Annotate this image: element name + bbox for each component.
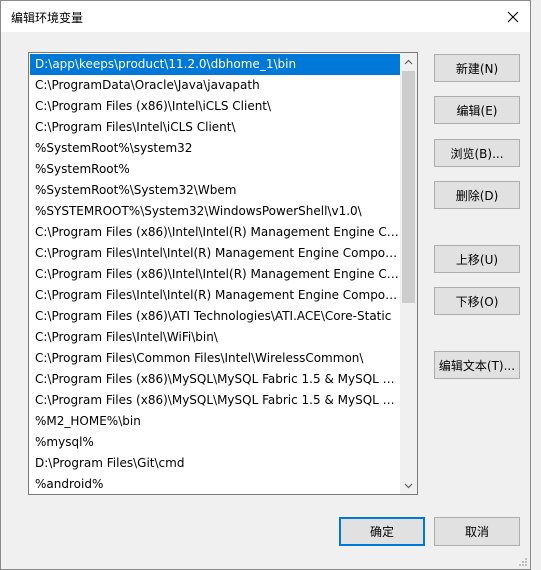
close-button[interactable]	[496, 1, 530, 32]
cancel-button[interactable]: 取消	[434, 517, 520, 546]
new-button[interactable]: 新建(N)	[434, 54, 520, 82]
list-item[interactable]: C:\Program Files (x86)\Intel\iCLS Client…	[30, 96, 400, 117]
edit-button[interactable]: 编辑(E)	[434, 96, 520, 124]
close-icon	[507, 11, 519, 22]
list-item[interactable]: D:\Program Files\Git\cmd	[30, 453, 400, 474]
list-item[interactable]: %android%	[30, 474, 400, 494]
list-item[interactable]: %mysql%	[30, 432, 400, 453]
browse-button[interactable]: 浏览(B)...	[434, 139, 520, 167]
resize-grip-icon[interactable]	[518, 557, 528, 567]
scroll-down-button[interactable]	[400, 477, 417, 494]
move-down-button[interactable]: 下移(O)	[434, 287, 520, 315]
list-item[interactable]: C:\Program Files\Intel\Intel(R) Manageme…	[30, 285, 400, 306]
delete-button[interactable]: 删除(D)	[434, 181, 520, 209]
list-item[interactable]: C:\Program Files\Intel\WiFi\bin\	[30, 327, 400, 348]
move-up-button[interactable]: 上移(U)	[434, 245, 520, 273]
list-item[interactable]: C:\ProgramData\Oracle\Java\javapath	[30, 75, 400, 96]
list-item[interactable]: C:\Program Files\Intel\Intel(R) Manageme…	[30, 243, 400, 264]
list-item[interactable]: C:\Program Files\Common Files\Intel\Wire…	[30, 348, 400, 369]
list-item[interactable]: C:\Program Files (x86)\MySQL\MySQL Fabri…	[30, 390, 400, 411]
scrollbar-thumb[interactable]	[402, 71, 415, 303]
list-item[interactable]: %SystemRoot%	[30, 159, 400, 180]
title-bar[interactable]: 编辑环境变量	[1, 1, 530, 32]
background-window	[530, 0, 541, 570]
list-item[interactable]: C:\Program Files\Intel\iCLS Client\	[30, 117, 400, 138]
list-item[interactable]: %M2_HOME%\bin	[30, 411, 400, 432]
vertical-scrollbar[interactable]	[400, 53, 417, 494]
scroll-up-button[interactable]	[400, 53, 417, 70]
list-item[interactable]: %SystemRoot%\System32\Wbem	[30, 180, 400, 201]
ok-button[interactable]: 确定	[339, 517, 425, 546]
path-list: D:\app\keeps\product\11.2.0\dbhome_1\bin…	[30, 54, 400, 494]
path-list-box[interactable]: D:\app\keeps\product\11.2.0\dbhome_1\bin…	[28, 52, 418, 495]
edit-text-button[interactable]: 编辑文本(T)...	[434, 351, 520, 379]
list-item[interactable]: C:\Program Files (x86)\Intel\Intel(R) Ma…	[30, 222, 400, 243]
list-item[interactable]: C:\Program Files (x86)\MySQL\MySQL Fabri…	[30, 369, 400, 390]
chevron-up-icon	[404, 59, 413, 64]
list-item[interactable]: D:\app\keeps\product\11.2.0\dbhome_1\bin	[30, 54, 400, 75]
dialog-title: 编辑环境变量	[11, 11, 84, 25]
list-item[interactable]: %SystemRoot%\system32	[30, 138, 400, 159]
edit-environment-variable-dialog: 编辑环境变量 D:\app\keeps\product\11.2.0\dbhom…	[0, 0, 531, 570]
list-item[interactable]: %SYSTEMROOT%\System32\WindowsPowerShell\…	[30, 201, 400, 222]
chevron-down-icon	[404, 483, 413, 488]
list-item[interactable]: C:\Program Files (x86)\ATI Technologies\…	[30, 306, 400, 327]
list-item[interactable]: C:\Program Files (x86)\Intel\Intel(R) Ma…	[30, 264, 400, 285]
